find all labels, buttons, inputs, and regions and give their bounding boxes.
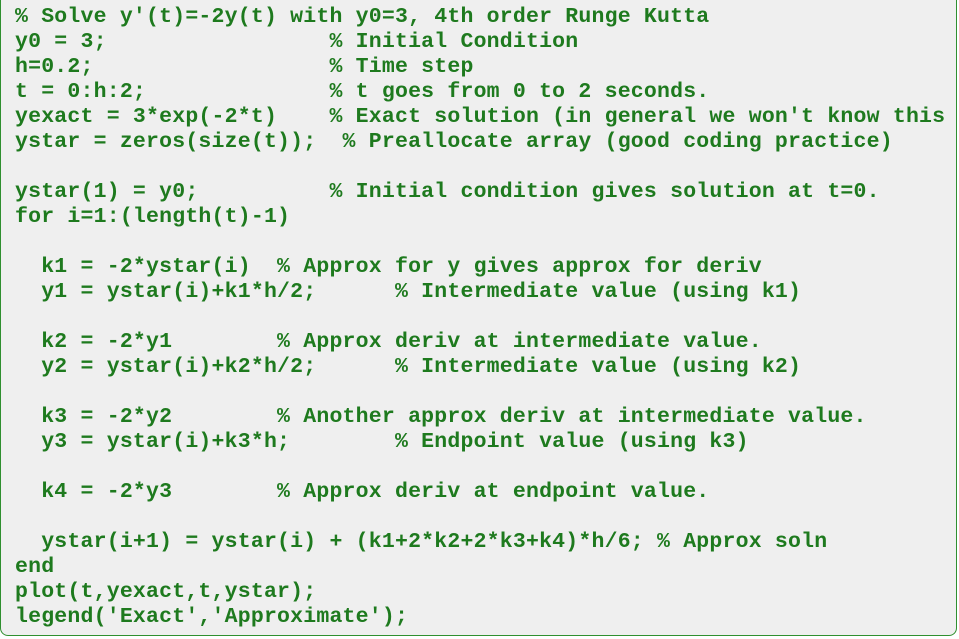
code-line: ystar(1) = y0; % Initial condition gives… xyxy=(15,180,880,204)
code-line: k4 = -2*y3 % Approx deriv at endpoint va… xyxy=(15,480,710,504)
code-line: k3 = -2*y2 % Another approx deriv at int… xyxy=(15,405,867,429)
code-listing-panel: % Solve y'(t)=-2y(t) with y0=3, 4th orde… xyxy=(0,0,957,636)
code-line: y3 = ystar(i)+k3*h; % Endpoint value (us… xyxy=(15,430,749,454)
code-line: y2 = ystar(i)+k2*h/2; % Intermediate val… xyxy=(15,355,802,379)
code-line: y1 = ystar(i)+k1*h/2; % Intermediate val… xyxy=(15,280,802,304)
code-line: y0 = 3; % Initial Condition xyxy=(15,30,579,54)
code-line: end xyxy=(15,555,55,579)
code-line: for i=1:(length(t)-1) xyxy=(15,205,291,229)
code-line: k2 = -2*y1 % Approx deriv at intermediat… xyxy=(15,330,762,354)
code-line: legend('Exact','Approximate'); xyxy=(15,605,409,629)
code-line: plot(t,yexact,t,ystar); xyxy=(15,580,317,604)
code-line: h=0.2; % Time step xyxy=(15,55,474,79)
code-lines: % Solve y'(t)=-2y(t) with y0=3, 4th orde… xyxy=(15,5,956,630)
code-line: t = 0:h:2; % t goes from 0 to 2 seconds. xyxy=(15,80,710,104)
code-line: ystar = zeros(size(t)); % Preallocate ar… xyxy=(15,130,893,154)
code-line: yexact = 3*exp(-2*t) % Exact solution (i… xyxy=(15,105,946,129)
code-line: % Solve y'(t)=-2y(t) with y0=3, 4th orde… xyxy=(15,5,710,29)
code-line: ystar(i+1) = ystar(i) + (k1+2*k2+2*k3+k4… xyxy=(15,530,828,554)
code-line: k1 = -2*ystar(i) % Approx for y gives ap… xyxy=(15,255,762,279)
